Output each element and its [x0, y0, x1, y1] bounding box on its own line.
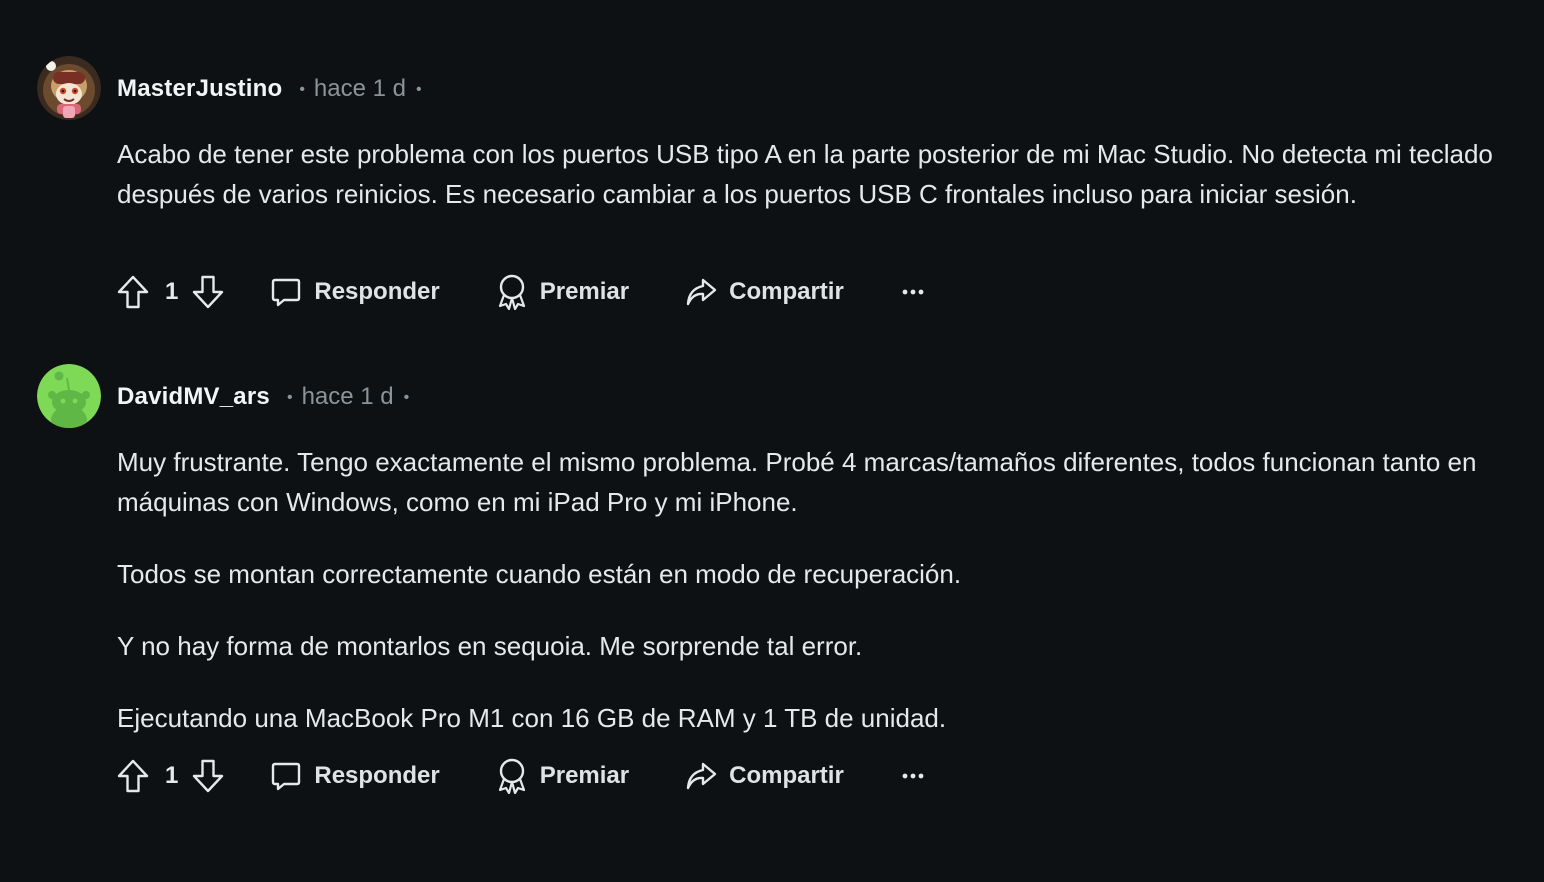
timestamp[interactable]: hace 1 d: [314, 75, 406, 103]
timestamp[interactable]: hace 1 d: [302, 383, 394, 411]
comment-meta: DavidMV_ars • hace 1 d •: [117, 382, 409, 412]
comment-body: Muy frustrante. Tengo exactamente el mis…: [117, 442, 1537, 738]
award-ribbon-icon: [496, 274, 528, 310]
more-options-button[interactable]: [902, 772, 924, 780]
speech-bubble-icon: [270, 276, 302, 308]
separator-dot: •: [403, 389, 410, 406]
reply-button[interactable]: Responder: [270, 760, 440, 792]
share-arrow-icon: [685, 277, 717, 307]
award-label: Premiar: [539, 762, 630, 789]
upvote-arrow-icon[interactable]: [117, 275, 149, 309]
more-options-button[interactable]: [902, 288, 924, 296]
downvote-arrow-icon[interactable]: [192, 275, 224, 309]
comment-body: Acabo de tener este problema con los pue…: [117, 134, 1537, 214]
upvote-arrow-icon[interactable]: [117, 759, 149, 793]
reply-label: Responder: [314, 762, 440, 789]
share-arrow-icon: [685, 761, 717, 791]
share-button[interactable]: Compartir: [685, 277, 844, 307]
award-button[interactable]: Premiar: [496, 274, 629, 310]
vote-count: 1: [165, 762, 179, 789]
downvote-arrow-icon[interactable]: [192, 759, 224, 793]
comment-paragraph: Muy frustrante. Tengo exactamente el mis…: [117, 447, 1477, 517]
share-label: Compartir: [729, 278, 844, 305]
comment-paragraph: Acabo de tener este problema con los pue…: [117, 139, 1493, 209]
cartoon-avatar-icon: [37, 56, 101, 120]
separator-dot: •: [286, 389, 293, 406]
reply-button[interactable]: Responder: [270, 276, 440, 308]
speech-bubble-icon: [270, 760, 302, 792]
vote-count: 1: [165, 278, 179, 305]
snoo-avatar-icon: [37, 364, 101, 428]
award-label: Premiar: [539, 278, 630, 305]
username[interactable]: DavidMV_ars: [117, 383, 270, 411]
comment-meta: MasterJustino • hace 1 d •: [117, 74, 422, 104]
share-label: Compartir: [729, 762, 844, 789]
user-avatar[interactable]: [37, 56, 101, 120]
award-ribbon-icon: [496, 758, 528, 794]
comment-actions: 1 Responder Premiar Compartir: [117, 272, 924, 312]
more-options-icon: [902, 288, 924, 296]
more-options-icon: [902, 772, 924, 780]
award-button[interactable]: Premiar: [496, 758, 629, 794]
share-button[interactable]: Compartir: [685, 761, 844, 791]
reply-label: Responder: [314, 278, 440, 305]
user-avatar[interactable]: [37, 364, 101, 428]
comment-actions: 1 Responder Premiar Compartir: [117, 756, 924, 796]
username[interactable]: MasterJustino: [117, 75, 282, 103]
comment-paragraph: Todos se montan correctamente cuando est…: [117, 559, 962, 589]
comment-paragraph: Ejecutando una MacBook Pro M1 con 16 GB …: [117, 703, 947, 733]
separator-dot: •: [416, 81, 422, 98]
comment-paragraph: Y no hay forma de montarlos en sequoia. …: [117, 631, 863, 661]
separator-dot: •: [299, 81, 305, 98]
